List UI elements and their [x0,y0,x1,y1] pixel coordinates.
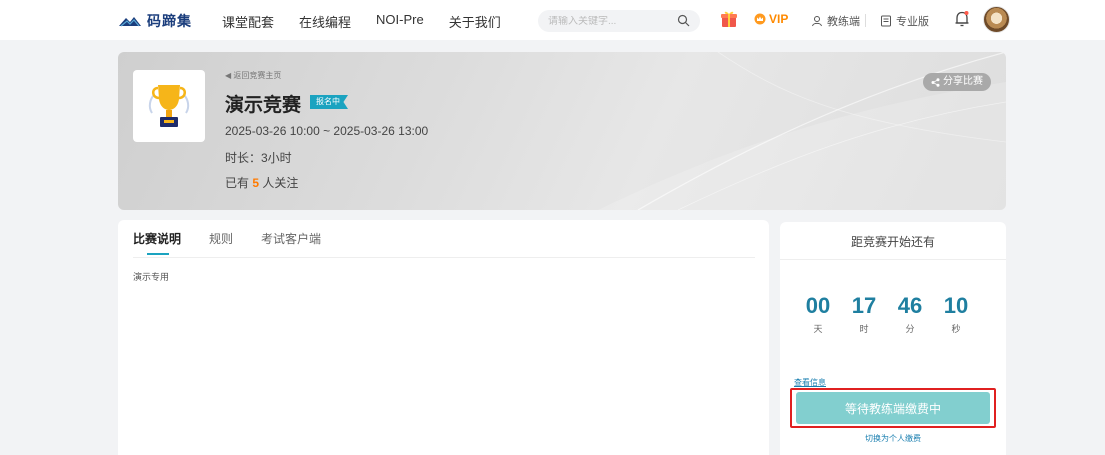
contest-time-range: 2025-03-26 10:00 ~ 2025-03-26 13:00 [225,124,429,138]
share-icon [931,77,940,87]
countdown-title: 距竞赛开始还有 [850,235,935,249]
search-box [538,10,700,32]
document-icon [881,15,891,27]
countdown-days-value: 00 [805,293,831,318]
tabs-divider [133,257,755,258]
tab-contest-description[interactable]: 比赛说明 [133,230,181,255]
vip-crown-icon [754,13,766,25]
nav-item-online-coding[interactable]: 在线编程 [299,12,351,31]
followers-suffix: 人关注 [259,176,299,190]
contest-title: 演示竞赛 [225,95,302,116]
nav-item-noi-pre[interactable]: NOI-Pre [376,12,424,31]
nav-item-about-us[interactable]: 关于我们 [449,12,501,31]
back-to-contests-link[interactable]: ◀ 返回竞赛主页 [225,70,281,81]
countdown-seconds: 10 秒 [938,292,974,335]
trophy-icon [148,85,190,127]
coach-link[interactable]: 教练端 [811,13,860,29]
countdown-card: 距竞赛开始还有 00 天 17 时 46 分 10 秒 查看信息 等待教练端缴费… [780,222,1006,455]
site-logo[interactable]: 码蹄集 [118,11,192,31]
followers-prefix: 已有 [225,176,253,190]
countdown-minutes-label: 分 [905,324,915,334]
view-info-link[interactable]: 查看信息 [794,377,826,388]
countdown-minutes-value: 46 [897,293,923,318]
pro-version-link[interactable]: 专业版 [880,13,929,29]
countdown-days: 00 天 [800,292,836,335]
search-icon[interactable] [677,14,690,27]
share-contest-button[interactable]: 分享比赛 [923,73,991,91]
vip-link[interactable]: VIP [754,12,788,26]
details-tabs: 比赛说明 规则 考试客户端 [133,230,349,255]
vip-label: VIP [769,12,789,26]
user-icon [812,16,822,27]
logo-text: 码蹄集 [147,13,192,29]
tab-exam-client[interactable]: 考试客户端 [261,230,321,255]
contest-details-card: 比赛说明 规则 考试客户端 演示专用 [118,220,769,455]
contest-duration: 时长：3小时 [225,151,292,165]
user-avatar[interactable] [983,6,1010,33]
notification-bell-icon[interactable] [954,10,970,28]
search-input[interactable] [548,15,668,27]
logo-mountain-icon [119,17,141,27]
trophy-image [133,70,205,142]
awaiting-coach-payment-button[interactable]: 等待教练端缴费中 [796,392,990,424]
countdown-hours-label: 时 [859,324,869,334]
countdown-divider [780,259,1006,260]
nav-item-classroom[interactable]: 课堂配套 [222,12,274,31]
countdown-hours-value: 17 [851,293,877,318]
share-label: 分享比赛 [943,76,983,87]
header-divider [865,14,866,27]
status-badge: 报名中 [310,95,348,109]
pro-label: 专业版 [896,16,929,28]
tab-rules[interactable]: 规则 [209,230,233,255]
contest-description-text: 演示专用 [133,272,170,282]
switch-to-personal-payment-link[interactable]: 切换为个人缴费 [780,433,1006,444]
top-header: 码蹄集 课堂配套 在线编程 NOI-Pre 关于我们 VIP 教练端 [0,0,1105,40]
main-nav: 课堂配套 在线编程 NOI-Pre 关于我们 [222,12,526,31]
contest-banner: ◀ 返回竞赛主页 演示竞赛 报名中 2025-03-26 10:00 ~ 202… [118,52,1006,210]
countdown-timer: 00 天 17 时 46 分 10 秒 [800,292,974,335]
countdown-seconds-label: 秒 [951,324,961,334]
gift-icon[interactable] [721,10,737,28]
countdown-hours: 17 时 [846,292,882,335]
countdown-days-label: 天 [813,324,823,334]
followers-text: 已有 5 人关注 [225,174,298,191]
coach-label: 教练端 [827,16,860,28]
countdown-seconds-value: 10 [943,293,969,318]
countdown-minutes: 46 分 [892,292,928,335]
